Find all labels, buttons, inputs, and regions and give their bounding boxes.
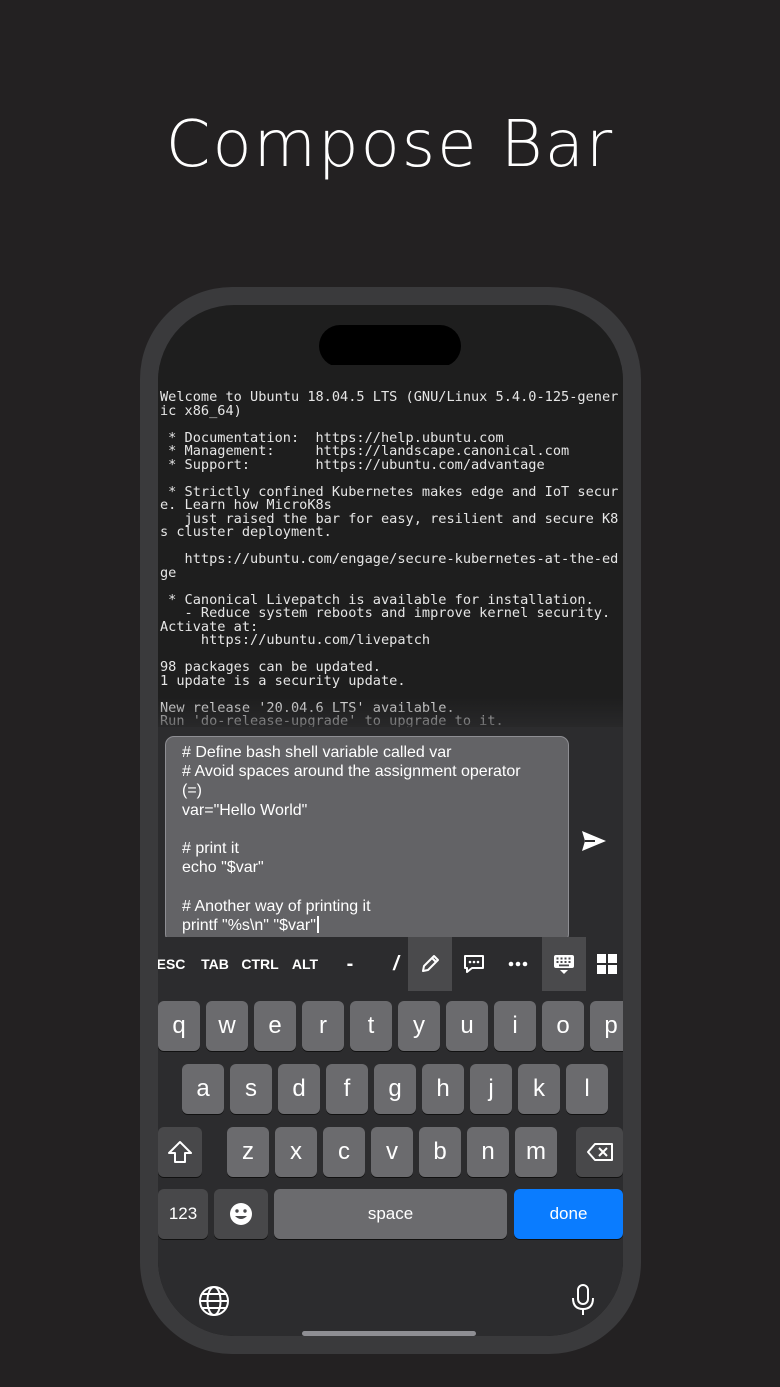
key-n[interactable]: n [467, 1127, 509, 1177]
key-h[interactable]: h [422, 1064, 464, 1114]
slash-key[interactable]: / [384, 937, 408, 991]
grid-button[interactable] [590, 937, 623, 991]
send-icon [582, 831, 606, 851]
key-i[interactable]: i [494, 1001, 536, 1051]
key-u[interactable]: u [446, 1001, 488, 1051]
key-r[interactable]: r [302, 1001, 344, 1051]
key-y[interactable]: y [398, 1001, 440, 1051]
phone-screen: Welcome to Ubuntu 18.04.5 LTS (GNU/Linux… [158, 305, 623, 1336]
compose-line [182, 877, 552, 896]
compose-line [182, 820, 552, 839]
space-key[interactable]: space [274, 1189, 507, 1239]
numbers-key[interactable]: 123 [158, 1189, 208, 1239]
compose-line: printf "%s\n" "$var" [182, 915, 552, 935]
backspace-key[interactable] [576, 1127, 623, 1177]
key-o[interactable]: o [542, 1001, 584, 1051]
compose-line: (=) [182, 782, 202, 800]
pencil-icon [422, 955, 439, 972]
compose-line: # print it [182, 839, 239, 857]
keyboard-toggle-button[interactable] [542, 937, 586, 991]
key-b[interactable]: b [419, 1127, 461, 1177]
more-button[interactable] [498, 937, 538, 991]
grid-icon [597, 954, 617, 974]
key-s[interactable]: s [230, 1064, 272, 1114]
compose-line: var="Hello World" [182, 801, 308, 819]
key-c[interactable]: c [323, 1127, 365, 1177]
page-headline: Compose Bar [165, 108, 615, 182]
key-a[interactable]: a [182, 1064, 224, 1114]
globe-icon [199, 1286, 229, 1316]
keyboard-icon [554, 955, 574, 974]
dictation-button[interactable] [570, 1283, 596, 1322]
key-t[interactable]: t [350, 1001, 392, 1051]
home-indicator[interactable] [302, 1331, 476, 1336]
key-e[interactable]: e [254, 1001, 296, 1051]
key-x[interactable]: x [275, 1127, 317, 1177]
key-f[interactable]: f [326, 1064, 368, 1114]
language-button[interactable] [198, 1285, 230, 1322]
dash-key[interactable]: - [338, 937, 362, 991]
key-d[interactable]: d [278, 1064, 320, 1114]
ellipsis-icon [508, 961, 528, 967]
emoji-icon [230, 1203, 252, 1225]
esc-key[interactable]: ESC [158, 937, 185, 991]
message-icon [464, 955, 484, 973]
send-button[interactable] [578, 825, 610, 857]
key-l[interactable]: l [566, 1064, 608, 1114]
ctrl-key[interactable]: CTRL [240, 937, 280, 991]
backspace-icon [586, 1143, 613, 1161]
key-k[interactable]: k [518, 1064, 560, 1114]
emoji-key[interactable] [214, 1189, 268, 1239]
key-z[interactable]: z [227, 1127, 269, 1177]
terminal-text: Welcome to Ubuntu 18.04.5 LTS (GNU/Linux… [160, 389, 619, 728]
alt-key[interactable]: ALT [288, 937, 322, 991]
key-p[interactable]: p [590, 1001, 623, 1051]
tab-key[interactable]: TAB [198, 937, 232, 991]
terminal-key-bar: ESC TAB CTRL ALT - / [158, 937, 623, 991]
terminal-output[interactable]: Welcome to Ubuntu 18.04.5 LTS (GNU/Linux… [158, 365, 623, 737]
compose-toggle-button[interactable] [408, 937, 452, 991]
compose-input[interactable]: # Define bash shell variable called var #… [165, 736, 569, 943]
phone-frame: Welcome to Ubuntu 18.04.5 LTS (GNU/Linux… [140, 287, 641, 1354]
shift-key[interactable] [158, 1127, 202, 1177]
compose-line: # Define bash shell variable called var [182, 744, 452, 761]
microphone-icon [572, 1284, 594, 1315]
done-key[interactable]: done [514, 1189, 623, 1239]
key-g[interactable]: g [374, 1064, 416, 1114]
compose-line: # Another way of printing it [182, 897, 371, 915]
key-m[interactable]: m [515, 1127, 557, 1177]
dynamic-island [319, 325, 461, 367]
on-screen-keyboard: qwertyuiop asdfghjkl zxcvbnm 123 space d… [158, 991, 623, 1336]
key-v[interactable]: v [371, 1127, 413, 1177]
compose-line: echo "$var" [182, 859, 264, 877]
key-j[interactable]: j [470, 1064, 512, 1114]
text-cursor [316, 915, 319, 933]
snippets-button[interactable] [454, 937, 494, 991]
key-w[interactable]: w [206, 1001, 248, 1051]
compose-line: # Avoid spaces around the assignment ope… [182, 763, 521, 781]
key-q[interactable]: q [158, 1001, 200, 1051]
shift-icon [168, 1141, 192, 1163]
